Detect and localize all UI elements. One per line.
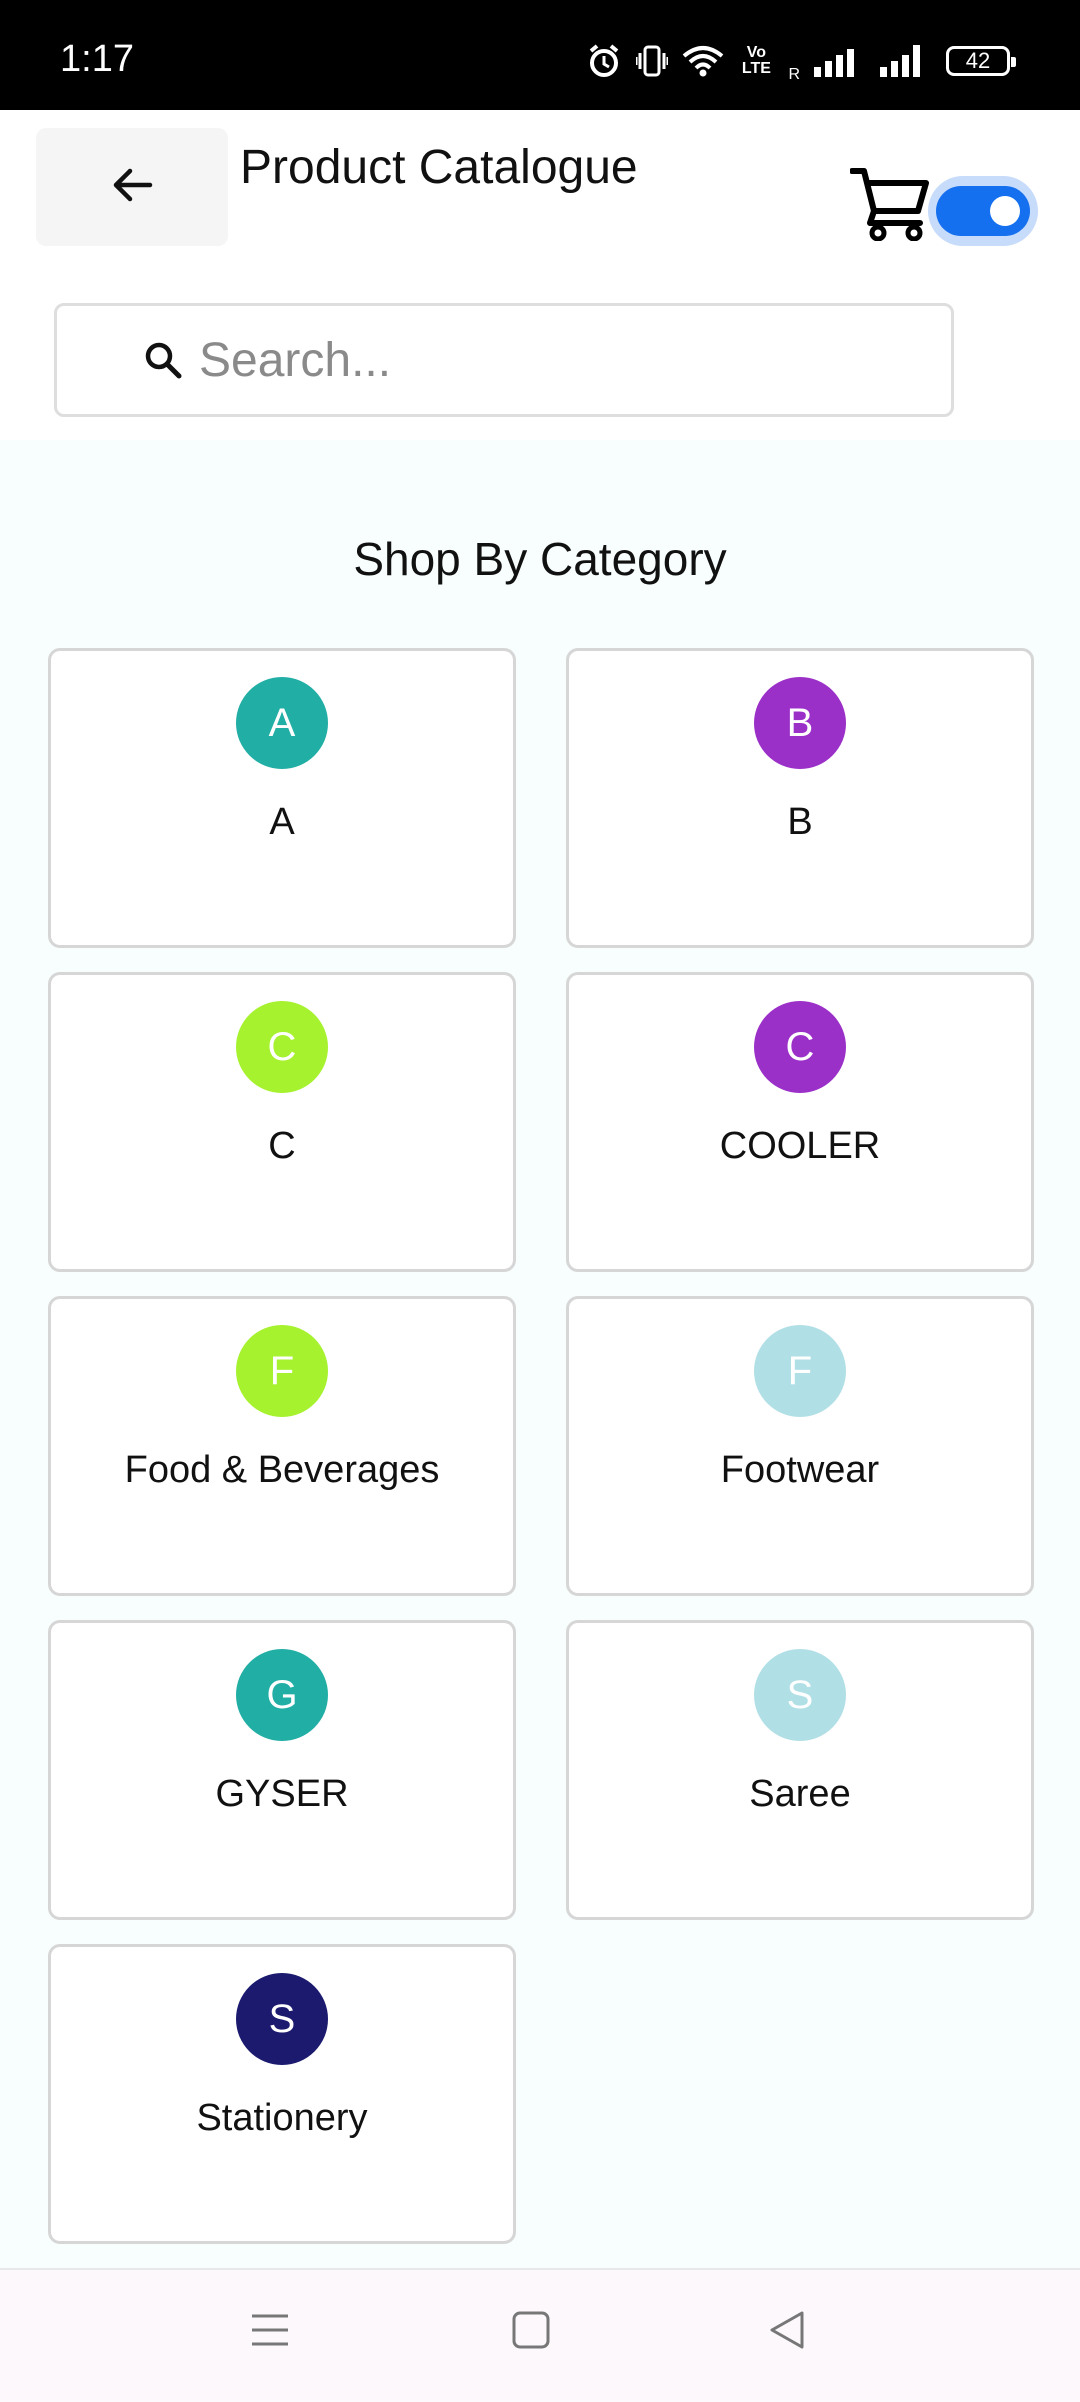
category-card[interactable]: F Food & Beverages (48, 1296, 516, 1596)
menu-icon[interactable] (250, 2310, 290, 2350)
wifi-icon (682, 44, 724, 78)
category-card[interactable]: A A (48, 648, 516, 948)
category-initial: A (268, 700, 296, 745)
category-initial: C (267, 1024, 297, 1069)
category-initial: C (785, 1024, 815, 1069)
back-icon[interactable] (768, 2310, 808, 2350)
category-avatar: F (754, 1325, 846, 1417)
system-nav-bar (0, 2268, 1080, 2402)
category-avatar: C (754, 1001, 846, 1093)
search-icon (143, 340, 183, 380)
category-label: C (268, 1125, 296, 1167)
category-avatar: C (236, 1001, 328, 1093)
roaming-indicator: R (788, 66, 800, 83)
category-card[interactable]: S Saree (566, 1620, 1034, 1920)
home-icon[interactable] (511, 2310, 551, 2350)
battery-level: 42 (965, 48, 991, 73)
category-avatar: B (754, 677, 846, 769)
category-card[interactable]: B B (566, 648, 1034, 948)
search-input[interactable] (197, 331, 841, 389)
category-label: B (787, 801, 813, 843)
toggle-thumb (990, 196, 1020, 226)
status-icons: Vo LTE R 42 (586, 38, 1016, 84)
cart-toggle[interactable] (928, 176, 1038, 246)
arrow-left-icon (110, 167, 154, 208)
category-avatar: F (236, 1325, 328, 1417)
category-initial: G (266, 1672, 298, 1717)
category-avatar: G (236, 1649, 328, 1741)
category-card[interactable]: S Stationery (48, 1944, 516, 2244)
page-title: Product Catalogue (240, 141, 638, 194)
category-grid: A A B B C C C COOLER F Food & Beverages … (48, 648, 1034, 2244)
signal-icon (814, 45, 866, 77)
category-card[interactable]: G GYSER (48, 1620, 516, 1920)
category-label: COOLER (719, 1125, 881, 1167)
category-avatar: A (236, 677, 328, 769)
category-label: Food & Beverages (124, 1449, 440, 1491)
category-card[interactable]: C COOLER (566, 972, 1034, 1272)
toggle-track (936, 186, 1030, 236)
status-bar: 1:17 Vo LTE R 42 (0, 0, 1080, 110)
category-avatar: S (236, 1973, 328, 2065)
category-avatar: S (754, 1649, 846, 1741)
category-label: GYSER (215, 1773, 349, 1815)
search-box[interactable] (54, 303, 954, 417)
category-label: A (269, 801, 295, 843)
section-title: Shop By Category (353, 533, 727, 585)
category-label: Stationery (196, 2097, 368, 2139)
status-time: 1:17 (60, 38, 134, 80)
volte-label: Vo LTE (741, 44, 771, 77)
signal-icon (880, 45, 932, 77)
category-initial: S (268, 1996, 296, 2041)
cart-icon[interactable] (849, 165, 934, 246)
app-header: Product Catalogue (0, 110, 1080, 440)
category-initial: F (787, 1348, 813, 1393)
category-label: Footwear (720, 1449, 880, 1491)
category-card[interactable]: C C (48, 972, 516, 1272)
category-label: Saree (749, 1773, 851, 1815)
category-initial: S (786, 1672, 814, 1717)
battery-icon: 42 (946, 46, 1016, 76)
category-card[interactable]: F Footwear (566, 1296, 1034, 1596)
vibrate-icon (636, 43, 669, 79)
back-button[interactable] (36, 128, 228, 246)
category-initial: F (269, 1348, 295, 1393)
alarm-icon (586, 43, 622, 79)
category-initial: B (786, 700, 814, 745)
